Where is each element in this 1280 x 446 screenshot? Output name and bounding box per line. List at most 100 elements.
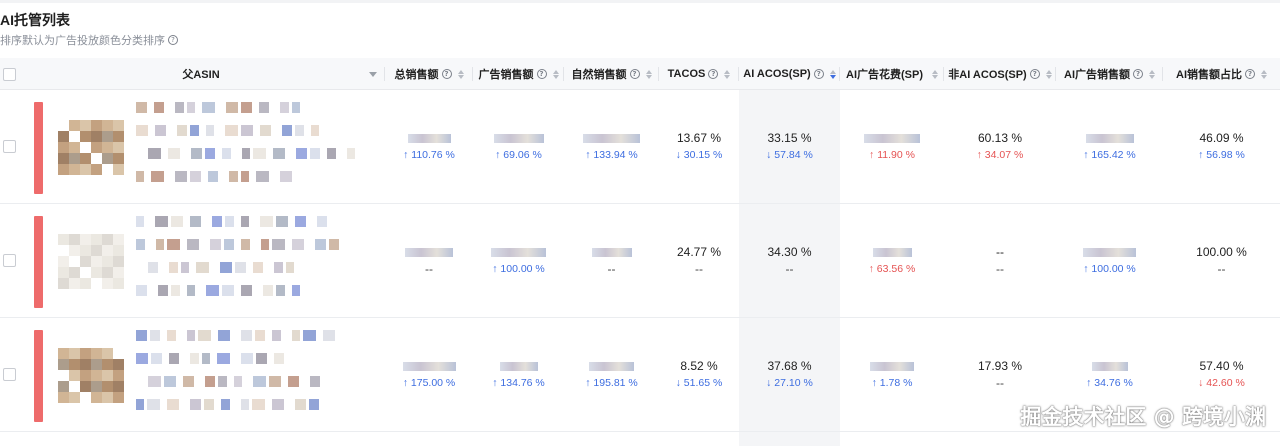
sort-icon[interactable] xyxy=(1045,69,1052,79)
cell-total-sales: -- xyxy=(385,244,473,277)
help-icon[interactable]: ? xyxy=(536,69,547,79)
redacted-text-pixel xyxy=(175,102,184,113)
help-icon[interactable]: ? xyxy=(813,69,824,79)
help-icon[interactable]: ? xyxy=(1245,69,1255,79)
redacted-text-pixel xyxy=(225,125,238,136)
column-header-tacos[interactable]: TACOS? xyxy=(659,58,739,90)
redacted-text-pixel xyxy=(187,285,195,296)
column-label: 自然销售额 xyxy=(571,69,627,81)
sort-descending-icon xyxy=(457,74,464,79)
sort-ascending-icon xyxy=(932,69,938,74)
sort-descending-icon xyxy=(1261,74,1267,79)
filter-dropdown-icon[interactable] xyxy=(369,72,377,77)
product-thumbnail-pixel xyxy=(80,164,91,175)
product-thumbnail-pixel xyxy=(91,142,102,153)
cell-ad-sales: ↑ 69.06 % xyxy=(473,130,564,163)
column-header-total-sales[interactable]: 总销售额? xyxy=(385,58,473,90)
sort-icon[interactable] xyxy=(552,69,559,79)
redacted-text-pixel xyxy=(317,216,327,227)
cell-change: ↓ 57.84 % xyxy=(766,149,813,161)
cell-change: ↑ 69.06 % xyxy=(495,149,542,161)
column-header-parent-asin[interactable]: 父ASIN xyxy=(20,58,385,90)
sort-icon[interactable] xyxy=(1149,69,1155,79)
row-checkbox[interactable] xyxy=(3,254,16,267)
help-icon[interactable]: ? xyxy=(1029,69,1040,79)
cell-change: -- xyxy=(607,262,616,276)
product-thumbnail-pixel xyxy=(58,131,69,142)
column-header-ai-spend-sp[interactable]: AI广告花费(SP) xyxy=(840,58,944,90)
redacted-text-pixel xyxy=(292,285,300,296)
sort-descending-icon xyxy=(724,74,731,79)
redacted-text-pixel xyxy=(167,239,180,250)
cell-change: ↑ 63.56 % xyxy=(868,263,916,275)
cell-change: ↑ 11.90 % xyxy=(869,149,915,161)
table-row[interactable]: ↑ 110.76 % ↑ 69.06 % ↑ 133.94 % 13.67 % ↓ 30… xyxy=(0,90,1280,204)
redacted-text-pixel xyxy=(234,376,242,387)
redacted-text-pixel xyxy=(158,285,168,296)
product-thumbnail-pixel xyxy=(113,234,124,245)
sort-icon[interactable] xyxy=(645,69,652,79)
row-checkbox[interactable] xyxy=(3,368,16,381)
cell-organic-sales: ↑ 195.81 % xyxy=(564,358,659,391)
sort-icon[interactable] xyxy=(457,69,464,79)
cell-value xyxy=(840,244,944,260)
sort-icon[interactable] xyxy=(724,69,731,79)
product-thumbnail-pixel xyxy=(113,142,124,153)
sort-icon[interactable] xyxy=(932,69,938,79)
product-thumbnail-pixel xyxy=(91,392,102,403)
redacted-text-pixel xyxy=(183,376,194,387)
help-icon[interactable]: ? xyxy=(1133,69,1143,79)
select-all-checkbox[interactable] xyxy=(3,68,16,81)
redacted-text-pixel xyxy=(191,148,202,159)
redacted-text-pixel xyxy=(205,376,215,387)
sort-icon[interactable] xyxy=(829,69,836,79)
redacted-text-pixel xyxy=(235,262,246,273)
sort-descending-icon xyxy=(932,74,938,79)
redacted-text-pixel xyxy=(241,171,249,182)
ad-category-color-marker xyxy=(34,102,43,194)
cell-value: 8.52 % xyxy=(680,359,718,373)
cell-change: -- xyxy=(1217,262,1226,276)
cell-change: ↑ 34.07 % xyxy=(976,149,1024,161)
row-checkbox[interactable] xyxy=(3,140,16,153)
help-icon[interactable]: ? xyxy=(168,35,178,45)
redacted-text-pixel xyxy=(224,239,234,250)
redacted-text-pixel xyxy=(229,171,238,182)
redacted-value xyxy=(493,134,544,144)
sort-ascending-icon xyxy=(1149,69,1155,74)
cell-value xyxy=(385,244,473,260)
redacted-text-pixel xyxy=(217,353,230,364)
cell-tacos: 8.52 % ↓ 51.65 % xyxy=(659,358,739,391)
cell-ai-ad-sales: ↑ 34.76 % xyxy=(1056,358,1163,391)
product-thumbnail-pixel xyxy=(102,359,113,370)
column-header-organic-sales[interactable]: 自然销售额? xyxy=(564,58,659,90)
cell-change: ↓ 27.10 % xyxy=(766,377,813,389)
cell-value: 13.67 % xyxy=(676,131,722,145)
column-header-ai-ad-sales[interactable]: AI广告销售额? xyxy=(1056,58,1163,90)
product-thumbnail-pixel xyxy=(102,245,113,256)
column-header-ad-sales[interactable]: 广告销售额? xyxy=(473,58,564,90)
help-icon[interactable]: ? xyxy=(629,69,640,79)
column-header-ai-acos-sp[interactable]: AI ACOS(SP)? xyxy=(739,58,840,90)
redacted-value xyxy=(407,134,451,144)
product-thumbnail-pixel xyxy=(69,370,80,381)
redacted-text-pixel xyxy=(187,239,199,250)
cell-value: 57.40 % xyxy=(1199,359,1244,373)
redacted-text-pixel xyxy=(150,330,160,341)
cell-total-sales: ↑ 110.76 % xyxy=(385,130,473,163)
help-icon[interactable]: ? xyxy=(708,69,719,79)
redacted-text-pixel xyxy=(212,216,222,227)
redacted-text-pixel xyxy=(241,353,253,364)
cell-value xyxy=(1056,130,1163,146)
column-header-non-ai-acos-sp[interactable]: 非AI ACOS(SP)? xyxy=(944,58,1056,90)
help-icon[interactable]: ? xyxy=(441,69,452,79)
sort-icon[interactable] xyxy=(1261,69,1267,79)
column-header-ai-sales-ratio[interactable]: AI销售额占比? xyxy=(1163,58,1280,90)
redacted-text-pixel xyxy=(315,239,326,250)
product-thumbnail-pixel xyxy=(91,370,102,381)
redacted-value xyxy=(864,134,920,144)
redacted-value xyxy=(499,362,538,372)
table-row[interactable]: -- ↑ 100.00 % -- 24.77 % -- 34.30 % -- ↑ 63.56 … xyxy=(0,204,1280,318)
cell-change: ↑ 56.98 % xyxy=(1198,149,1245,161)
sort-descending-icon xyxy=(645,74,652,79)
